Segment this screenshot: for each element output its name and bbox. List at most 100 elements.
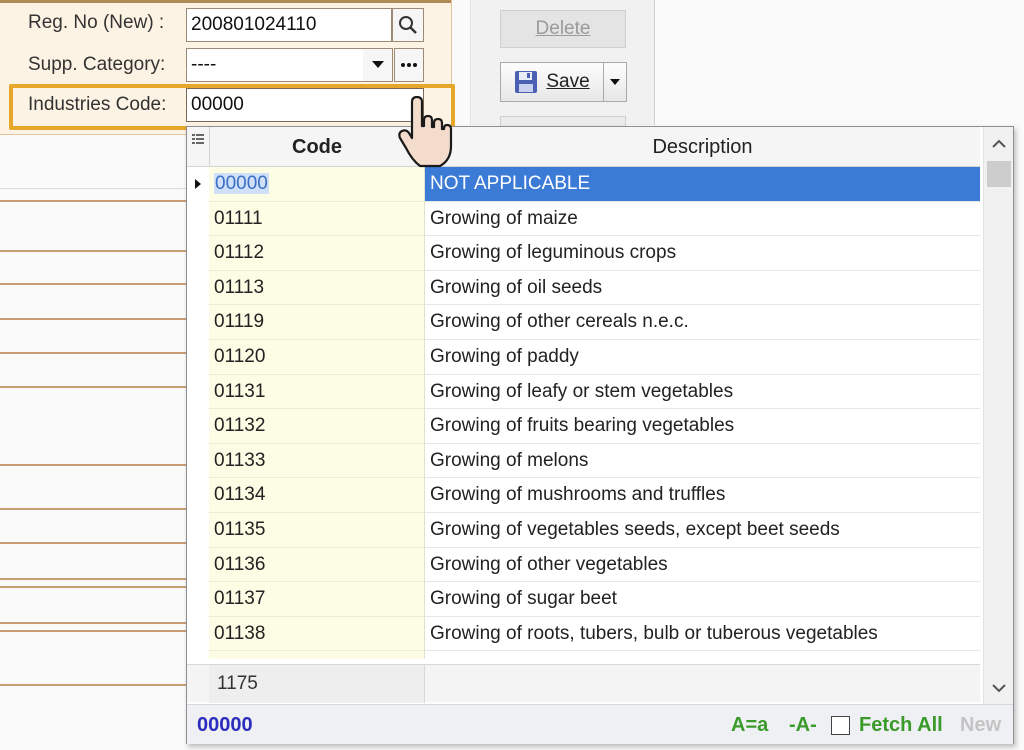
new-record-button[interactable]: New [960, 705, 1001, 745]
reg-no-search-button[interactable] [392, 8, 424, 42]
row-indicator [187, 236, 209, 271]
vertical-scrollbar[interactable] [983, 127, 1013, 704]
cell-description[interactable]: Growing of mushrooms and truffles [425, 478, 980, 513]
table-row[interactable]: 01140 Growing of sugar cane [187, 651, 980, 659]
code-value: 01119 [214, 311, 265, 333]
cell-description[interactable]: Growing of vegetables seeds, except beet… [425, 513, 980, 548]
table-row[interactable]: 01111 Growing of maize [187, 201, 980, 237]
table-row[interactable]: 01138 Growing of roots, tubers, bulb or t… [187, 616, 980, 652]
bg-line [0, 684, 188, 686]
cell-code[interactable]: 01136 [209, 547, 425, 583]
row-indicator [187, 340, 209, 375]
code-value: 01137 [214, 588, 266, 610]
supp-category-dropdown-button[interactable] [363, 48, 393, 82]
current-code-display: 00000 [197, 714, 253, 736]
cell-description[interactable]: Growing of leafy or stem vegetables [425, 375, 980, 410]
case-insensitive-toggle[interactable]: A=a [731, 705, 768, 745]
scroll-up-button[interactable] [984, 131, 1014, 155]
row-indicator [187, 375, 209, 410]
table-row[interactable]: 01133 Growing of melons [187, 443, 980, 479]
row-indicator [187, 651, 209, 659]
table-row[interactable]: 01113 Growing of oil seeds [187, 270, 980, 306]
code-value: 01131 [214, 380, 266, 402]
column-chooser-icon[interactable] [187, 127, 209, 167]
table-row[interactable]: 01137 Growing of sugar beet [187, 582, 980, 617]
floppy-disk-icon [515, 71, 538, 93]
bg-line [0, 352, 188, 354]
cell-code[interactable]: 01135 [209, 513, 425, 548]
save-options-dropdown[interactable] [603, 62, 627, 102]
cell-code[interactable]: 01131 [209, 374, 425, 410]
grid-header: Code Description [187, 127, 980, 167]
cell-code[interactable]: 01111 [209, 201, 425, 237]
row-indicator [187, 444, 209, 479]
table-row[interactable]: 01135 Growing of vegetables seeds, except… [187, 513, 980, 548]
supp-category-select[interactable]: ---- [186, 48, 364, 82]
industries-code-highlight [9, 84, 455, 130]
code-value: 01138 [214, 622, 266, 644]
table-row[interactable]: 01132 Growing of fruits bearing vegetable… [187, 409, 980, 444]
table-row[interactable]: 01119 Growing of other cereals n.e.c. [187, 305, 980, 340]
cell-code[interactable]: 01133 [209, 443, 425, 479]
cell-code[interactable]: 01138 [209, 616, 425, 652]
cell-description[interactable]: Growing of fruits bearing vegetables [425, 409, 980, 444]
code-value: 01132 [214, 415, 266, 437]
row-indicator [187, 409, 209, 444]
action-button-column: Delete Save [470, 0, 655, 128]
save-button[interactable]: Save [500, 62, 604, 102]
cell-code[interactable]: 01113 [209, 270, 425, 306]
cell-code[interactable]: 01137 [209, 582, 425, 617]
scroll-thumb[interactable] [987, 161, 1011, 187]
supp-category-browse-button[interactable] [394, 48, 424, 82]
code-value: 01136 [214, 553, 266, 575]
code-value: 01135 [214, 519, 266, 540]
cell-code[interactable]: 01119 [209, 305, 425, 340]
cell-description[interactable]: Growing of melons [425, 444, 980, 479]
cell-description[interactable]: Growing of maize [425, 202, 980, 237]
cell-description[interactable]: Growing of other cereals n.e.c. [425, 305, 980, 340]
bg-line [0, 464, 188, 466]
cell-description[interactable]: Growing of leguminous crops [425, 236, 980, 271]
row-indicator [187, 617, 209, 652]
hand-pointer-icon [398, 96, 453, 168]
delete-button[interactable]: Delete [500, 10, 626, 48]
table-row[interactable]: 00000 NOT APPLICABLE [187, 167, 980, 202]
row-indicator [187, 582, 209, 617]
cell-description[interactable]: Growing of other vegetables [425, 548, 980, 583]
table-row[interactable]: 01120 Growing of paddy [187, 340, 980, 375]
cell-description[interactable]: NOT APPLICABLE [425, 167, 980, 202]
table-row[interactable]: 01131 Growing of leafy or stem vegetables [187, 374, 980, 410]
cell-code[interactable]: 01132 [209, 409, 425, 444]
fetch-all-checkbox[interactable] [831, 716, 850, 735]
table-row[interactable]: 01134 Growing of mushrooms and truffles [187, 478, 980, 513]
dropdown-status-bar: 00000 A=a -A- Fetch All New [187, 704, 1013, 744]
chevron-up-icon [992, 139, 1006, 148]
cell-description[interactable]: Growing of sugar beet [425, 582, 980, 617]
cell-description[interactable]: Growing of sugar cane [425, 651, 980, 659]
chevron-down-icon [992, 683, 1006, 692]
column-header-code[interactable]: Code [209, 127, 425, 167]
cell-code[interactable]: 00000 [209, 167, 425, 202]
cell-code[interactable]: 01134 [209, 478, 425, 513]
cell-description[interactable]: Growing of oil seeds [425, 271, 980, 306]
row-indicator [187, 271, 209, 306]
scroll-down-button[interactable] [984, 676, 1014, 700]
supp-category-label: Supp. Category: [28, 54, 166, 75]
cell-code[interactable]: 01112 [209, 236, 425, 271]
table-row[interactable]: 01136 Growing of other vegetables [187, 547, 980, 583]
bg-line [0, 630, 188, 632]
column-header-description[interactable]: Description [425, 127, 980, 167]
fetch-all-label[interactable]: Fetch All [859, 705, 943, 745]
code-value: 01112 [214, 242, 265, 264]
cell-description[interactable]: Growing of paddy [425, 340, 980, 375]
table-row[interactable]: 01112 Growing of leguminous crops [187, 236, 980, 271]
reg-no-input[interactable]: 200801024110 [186, 8, 392, 42]
bg-line [0, 542, 188, 544]
bg-divider [0, 188, 186, 189]
cell-code[interactable]: 01120 [209, 340, 425, 375]
cell-description[interactable]: Growing of roots, tubers, bulb or tubero… [425, 617, 980, 652]
reg-no-label: Reg. No (New) : [28, 12, 165, 33]
contains-search-toggle[interactable]: -A- [789, 705, 817, 745]
cell-code[interactable]: 01140 [209, 651, 425, 659]
bg-line [0, 578, 188, 580]
